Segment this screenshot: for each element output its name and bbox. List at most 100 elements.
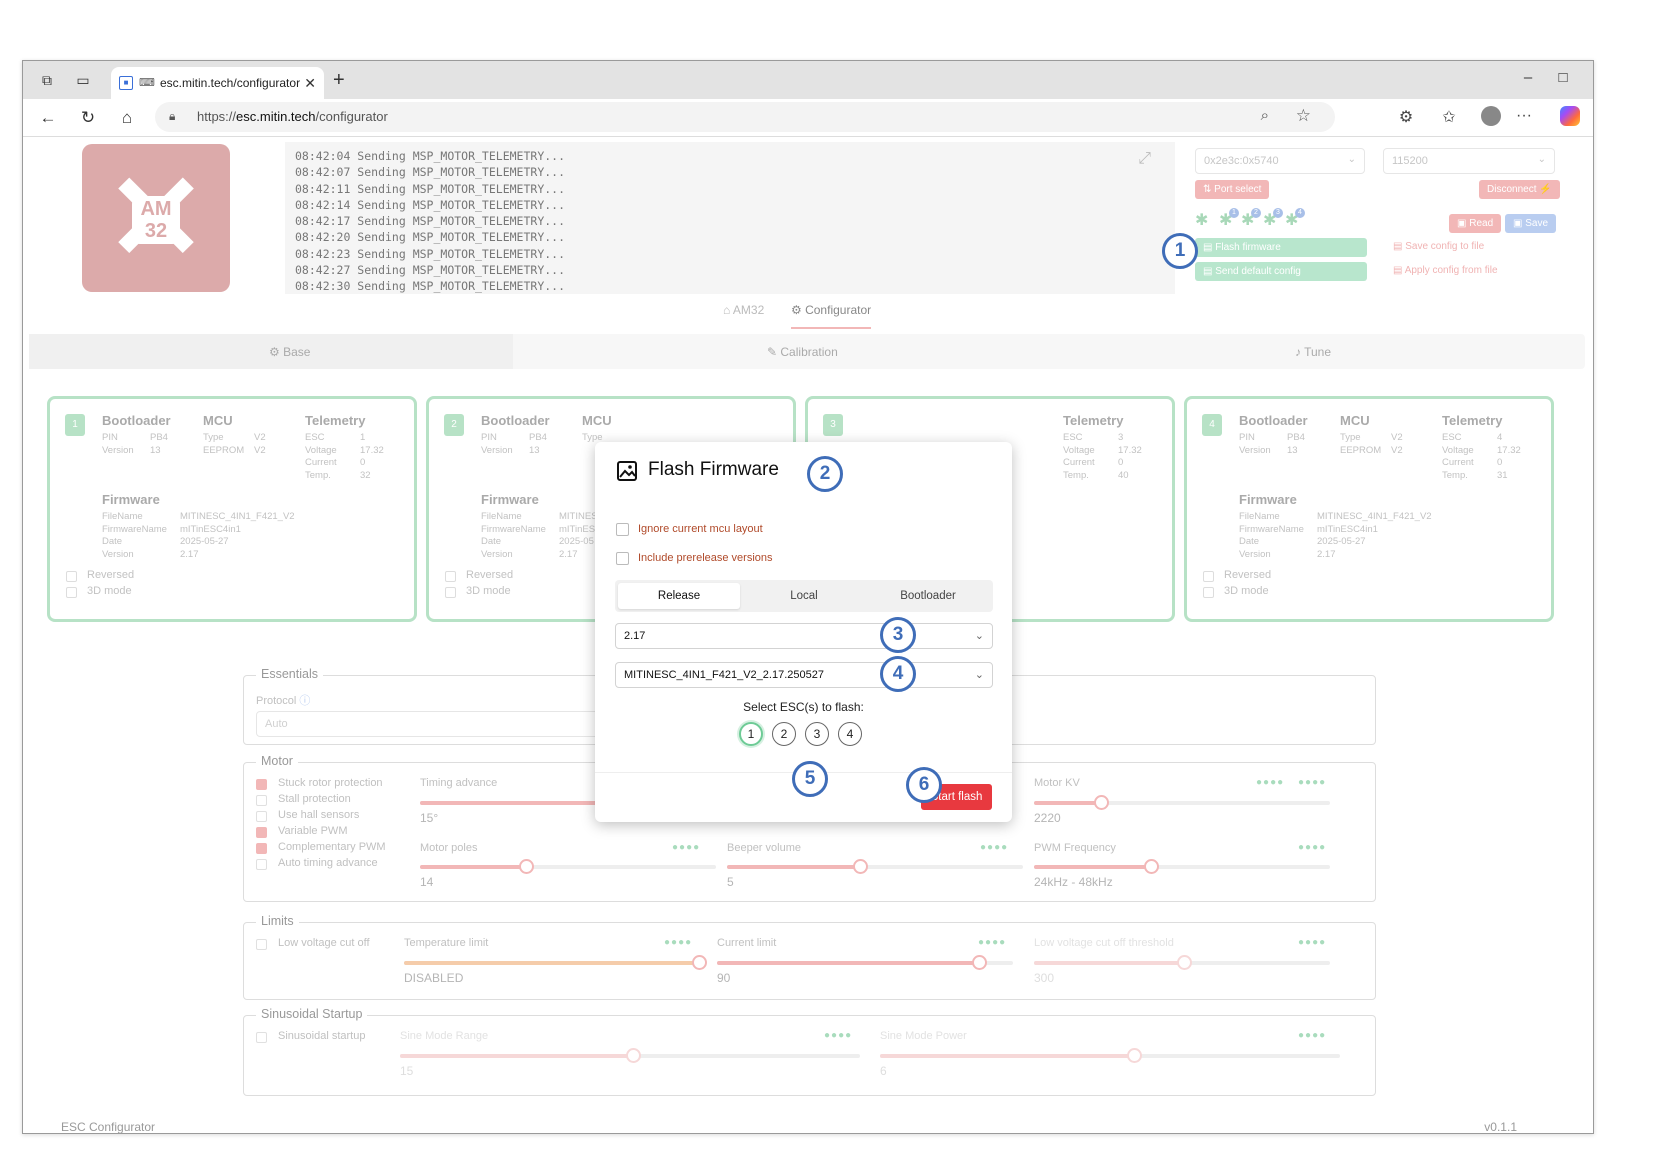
- ignore-layout-checkbox[interactable]: [616, 523, 629, 536]
- workspaces-icon[interactable]: ⧉: [37, 70, 57, 90]
- lvco-checkbox[interactable]: [256, 939, 267, 950]
- motor-kv-slider[interactable]: [1034, 795, 1330, 810]
- timing-advance-slider[interactable]: [420, 801, 610, 805]
- disconnect-button[interactable]: Disconnect ⚡: [1479, 180, 1560, 199]
- sinusoidal-legend: Sinusoidal Startup: [256, 1007, 368, 1021]
- current-limit-slider[interactable]: [717, 955, 1013, 970]
- log-console: 08:42:04 Sending MSP_MOTOR_TELEMETRY... …: [285, 142, 1175, 294]
- bootloader-heading: Bootloader: [102, 413, 171, 428]
- variable-pwm-label: Variable PWM: [278, 825, 348, 837]
- chevron-down-icon: ⌄: [1537, 154, 1546, 165]
- esc-card-4: 4 Bootloader MCU Telemetry PIN Version PB…: [1184, 396, 1554, 622]
- refresh-icon[interactable]: ↻: [77, 108, 99, 128]
- flash-firmware-button[interactable]: ▤ Flash firmware: [1195, 238, 1367, 257]
- tab-base[interactable]: ⚙ Base: [269, 345, 310, 359]
- minimize-icon[interactable]: –: [1518, 69, 1538, 86]
- close-window-icon[interactable]: ✕: [1588, 69, 1593, 87]
- read-button[interactable]: ▣ Read: [1449, 214, 1502, 233]
- reversed-label: Reversed: [87, 569, 135, 581]
- favorite-star-icon[interactable]: ☆: [1296, 106, 1311, 126]
- port-select-button[interactable]: ⇅ Port select: [1195, 180, 1270, 199]
- back-icon[interactable]: ←: [37, 108, 59, 128]
- protocol-label: Protocol ⓘ: [256, 695, 311, 707]
- timing-advance-value: 15°: [420, 811, 439, 825]
- 3d-mode-checkbox[interactable]: [1203, 587, 1214, 598]
- save-button[interactable]: ▣ Save: [1505, 214, 1557, 233]
- tab-am32[interactable]: ⌂ AM32: [723, 303, 764, 317]
- version-select[interactable]: 2.17 ⌄: [615, 623, 993, 649]
- firmware-select[interactable]: MITINESC_4IN1_F421_V2_2.17.250527 ⌄: [615, 662, 993, 688]
- browser-tab[interactable]: ■ ⌨ esc.mitin.tech/configurator ✕: [111, 67, 324, 99]
- reversed-checkbox[interactable]: [66, 571, 77, 582]
- url-text: https://esc.mitin.tech/configurator: [197, 109, 388, 124]
- protocol-select[interactable]: Auto: [256, 711, 616, 737]
- 3d-mode-checkbox[interactable]: [66, 587, 77, 598]
- extensions-icon[interactable]: ⚙: [1395, 107, 1417, 127]
- tab-tune[interactable]: ♪ Tune: [1295, 345, 1331, 359]
- motor-poles-slider[interactable]: [420, 859, 716, 874]
- expand-icon[interactable]: ⤢: [1138, 149, 1151, 166]
- baud-select[interactable]: 115200 ⌄: [1383, 148, 1555, 174]
- apply-config-from-file-link[interactable]: ▤ Apply config from file: [1393, 265, 1498, 276]
- esc-dots-indicator: ●●●●: [1298, 1030, 1327, 1041]
- tab-local[interactable]: Local: [743, 583, 865, 609]
- tab-calibration[interactable]: ✎ Calibration: [767, 345, 838, 359]
- esc-select-3[interactable]: 3: [805, 722, 829, 746]
- sine-power-slider[interactable]: [880, 1048, 1340, 1063]
- dialog-title: Flash Firmware: [648, 459, 779, 480]
- tab-release[interactable]: Release: [618, 583, 740, 609]
- tab-bootloader[interactable]: Bootloader: [867, 583, 989, 609]
- timing-advance-label: Timing advance: [420, 777, 498, 789]
- profile-avatar[interactable]: [1481, 106, 1501, 126]
- esc-select-2[interactable]: 2: [772, 722, 796, 746]
- close-tab-icon[interactable]: ✕: [304, 67, 316, 99]
- log-line: 08:42:20 Sending MSP_MOTOR_TELEMETRY...: [295, 230, 566, 245]
- reversed-checkbox[interactable]: [445, 571, 456, 582]
- annotation-marker: 6: [906, 767, 942, 803]
- mcu-values: V2 V2: [254, 432, 266, 456]
- complementary-pwm-checkbox[interactable]: [256, 843, 267, 854]
- auto-timing-checkbox[interactable]: [256, 859, 267, 870]
- firmware-image-icon: [617, 461, 637, 481]
- pwm-frequency-slider[interactable]: [1034, 859, 1330, 874]
- browser-toolbar: ← ↻ ⌂ 🔒︎ https://esc.mitin.tech/configur…: [23, 99, 1593, 137]
- annotation-marker: 2: [807, 456, 843, 492]
- hall-sensors-checkbox[interactable]: [256, 811, 267, 822]
- new-tab-icon[interactable]: +: [333, 69, 345, 91]
- 3d-mode-checkbox[interactable]: [445, 587, 456, 598]
- esc-dots-indicator: ●●●●: [1256, 777, 1285, 788]
- variable-pwm-checkbox[interactable]: [256, 827, 267, 838]
- zoom-icon[interactable]: ⌕: [1261, 107, 1269, 124]
- log-line: 08:42:23 Sending MSP_MOTOR_TELEMETRY...: [295, 246, 566, 261]
- temperature-limit-slider[interactable]: [404, 955, 707, 970]
- tab-actions-icon[interactable]: ▭: [73, 70, 93, 90]
- tab-title: esc.mitin.tech/configurator: [160, 76, 301, 90]
- save-config-to-file-link[interactable]: ▤ Save config to file: [1393, 241, 1484, 252]
- include-prerelease-checkbox[interactable]: [616, 552, 629, 565]
- 3d-mode-label: 3D mode: [87, 585, 132, 597]
- copilot-icon[interactable]: [1560, 106, 1580, 126]
- more-menu-icon[interactable]: ···: [1513, 107, 1535, 125]
- stuck-rotor-checkbox[interactable]: [256, 779, 267, 790]
- sine-range-slider[interactable]: [400, 1048, 860, 1063]
- tab-configurator[interactable]: ⚙ Configurator: [791, 303, 872, 329]
- reversed-checkbox[interactable]: [1203, 571, 1214, 582]
- favorites-icon[interactable]: ✩: [1438, 107, 1460, 127]
- am32-logo: ✕ AM32: [82, 144, 230, 292]
- beeper-volume-slider[interactable]: [727, 859, 1023, 874]
- motor-legend: Motor: [256, 754, 298, 768]
- esc-card-1: 1 Bootloader MCU Telemetry PIN Version PB…: [47, 396, 417, 622]
- port-select[interactable]: 0x2e3c:0x5740 ⌄: [1195, 148, 1365, 174]
- esc-select-1[interactable]: 1: [739, 722, 763, 746]
- esc-select-4[interactable]: 4: [838, 722, 862, 746]
- lv-threshold-slider[interactable]: [1034, 955, 1330, 970]
- address-bar[interactable]: 🔒︎ https://esc.mitin.tech/configurator ⌕…: [155, 102, 1335, 132]
- motor-kv-value: 2220: [1034, 811, 1061, 825]
- sinusoidal-startup-checkbox[interactable]: [256, 1032, 267, 1043]
- home-icon[interactable]: ⌂: [116, 108, 138, 128]
- include-prerelease-label: Include prerelease versions: [638, 552, 773, 564]
- select-esc-label: Select ESC(s) to flash:: [743, 700, 864, 714]
- stall-protection-checkbox[interactable]: [256, 795, 267, 806]
- send-default-config-button[interactable]: ▤ Send default config: [1195, 262, 1367, 281]
- maximize-icon[interactable]: □: [1553, 69, 1573, 86]
